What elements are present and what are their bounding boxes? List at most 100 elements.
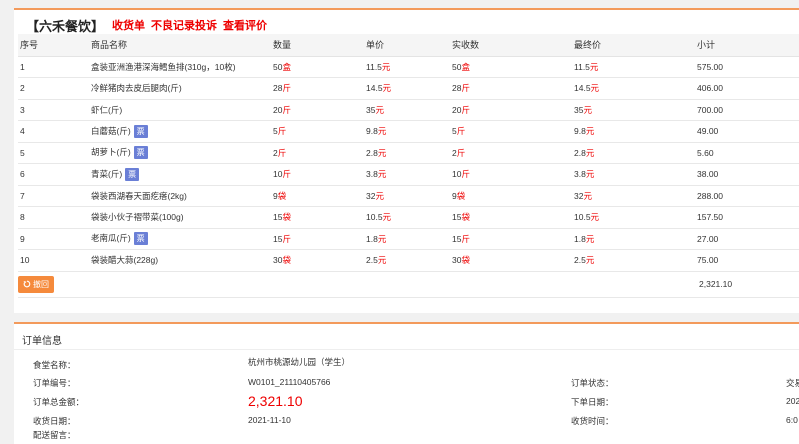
table-row: 3 虾仁(斤) 20斤 35元 20斤 35元 700.00 — [18, 99, 799, 121]
qty-unit: 斤 — [282, 233, 291, 244]
received-unit: 斤 — [456, 126, 466, 137]
row-subtotal: 27.00 — [697, 233, 719, 244]
status-value: 交易 — [786, 378, 799, 388]
receive-date-label: 收货日期： — [33, 416, 76, 426]
price-value: 11.5 — [366, 61, 382, 72]
product-name: 白蘑菇(斤) — [91, 125, 131, 136]
order-no-value: W0101_21110405766 — [248, 377, 331, 387]
note-label: 配送留言： — [33, 430, 76, 440]
price-value: 14.5 — [366, 83, 383, 94]
final-price-unit: 元 — [585, 147, 595, 158]
final-price-unit: 元 — [585, 233, 595, 244]
col-header-price: 单价 — [354, 34, 452, 57]
table-row: 4 白蘑菇(斤) 票 5斤 9.8元 5斤 9.8元 49.00 — [18, 120, 799, 143]
table-row: 5 胡萝卜(斤) 票 2斤 2.8元 2斤 2.8元 5.60 — [18, 142, 799, 164]
qty-unit: 斤 — [282, 169, 291, 180]
ticket-badge[interactable]: 票 — [133, 146, 148, 160]
row-subtotal: 38.00 — [697, 169, 719, 180]
price-unit: 元 — [382, 212, 392, 223]
table-row: 1 盒装亚洲渔港深海鳕鱼排(310g，10枚) 50盒 11.5元 50盒 11.5元 57… — [18, 56, 799, 78]
row-no: 2 — [20, 83, 25, 94]
ticket-badge[interactable]: 票 — [133, 232, 148, 246]
received-unit: 盒 — [461, 61, 470, 72]
status-label: 订单状态： — [571, 378, 614, 388]
row-subtotal: 49.00 — [697, 126, 719, 137]
final-price-unit: 元 — [590, 83, 600, 94]
row-subtotal: 288.00 — [697, 190, 723, 201]
product-name: 袋装西湖春天面疙瘩(2kg) — [91, 190, 187, 201]
product-name: 老南瓜(斤) — [91, 233, 131, 244]
row-no: 3 — [20, 104, 25, 115]
row-no: 9 — [20, 233, 25, 244]
canteen-label: 食堂名称： — [33, 360, 76, 370]
table-row: 10 袋装醋大蒜(228g) 30袋 2.5元 30袋 2.5元 75.00 — [18, 249, 799, 272]
receipt-link[interactable]: 收货单 — [112, 17, 145, 33]
order-date-value: 202 — [786, 396, 799, 406]
final-price-unit: 元 — [585, 126, 595, 137]
row-no: 4 — [20, 126, 25, 137]
row-no: 5 — [20, 147, 25, 158]
product-name: 盒装亚洲渔港深海鳕鱼排(310g，10枚) — [91, 61, 236, 72]
final-price-unit: 元 — [585, 169, 595, 180]
order-date-label: 下单日期： — [571, 397, 614, 407]
row-subtotal: 575.00 — [697, 61, 723, 72]
received-unit: 袋 — [461, 212, 470, 223]
qty-unit: 斤 — [277, 147, 287, 158]
final-price-value: 14.5 — [574, 83, 591, 94]
ticket-badge[interactable]: 票 — [133, 124, 148, 138]
order-no-label: 订单编号： — [33, 378, 76, 388]
col-header-name: 商品名称 — [74, 34, 261, 57]
received-unit: 斤 — [461, 104, 470, 115]
received-unit: 斤 — [461, 233, 470, 244]
final-price-unit: 元 — [583, 190, 592, 201]
canteen-value: 杭州市桃源幼儿园（学生） — [248, 357, 351, 367]
review-link[interactable]: 查看评价 — [223, 17, 267, 33]
row-no: 7 — [20, 190, 25, 201]
qty-unit: 袋 — [282, 212, 291, 223]
table-footer-row: 撤回 2,321.10 — [18, 271, 799, 298]
qty-unit: 袋 — [282, 255, 291, 266]
qty-unit: 盒 — [282, 61, 291, 72]
order-info-title: 订单信息 — [14, 324, 799, 350]
ticket-badge[interactable]: 票 — [125, 167, 140, 181]
price-value: 2.8 — [366, 147, 378, 158]
order-info-panel: 订单信息 — [14, 322, 799, 444]
received-unit: 斤 — [461, 169, 470, 180]
revoke-label: 撤回 — [33, 279, 49, 289]
received-unit: 袋 — [456, 190, 466, 201]
received-unit: 斤 — [461, 83, 470, 94]
row-no: 1 — [20, 61, 25, 72]
grand-total: 2,321.10 — [688, 271, 799, 298]
final-price-value: 10.5 — [574, 212, 591, 223]
col-header-subtotal: 小计 — [688, 34, 799, 57]
revoke-button[interactable]: 撤回 — [18, 275, 54, 293]
store-name: 【六禾餐饮】 — [26, 18, 105, 34]
table-row: 2 冷鲜猪肉去皮后腿肉(斤) 28斤 14.5元 28斤 14.5元 406.00 — [18, 77, 799, 100]
product-name: 青菜(斤) — [91, 168, 123, 179]
qty-unit: 袋 — [277, 190, 287, 201]
row-subtotal: 406.00 — [697, 83, 723, 94]
qty-unit: 斤 — [282, 104, 291, 115]
product-name: 冷鲜猪肉去皮后腿肉(斤) — [91, 83, 182, 94]
receive-time-label: 收货时间： — [571, 416, 614, 426]
final-price-value: 1.8 — [574, 233, 586, 244]
received-unit: 斤 — [456, 147, 466, 158]
price-unit: 元 — [377, 126, 387, 137]
final-price-value: 2.5 — [574, 255, 586, 266]
order-amount: 2,321.10 — [248, 393, 303, 409]
product-name: 胡萝卜(斤) — [91, 147, 131, 158]
col-header-qty: 数量 — [261, 34, 354, 57]
receive-time-value: 6:0 — [786, 415, 798, 425]
row-subtotal: 700.00 — [697, 104, 723, 115]
qty-unit: 斤 — [277, 126, 287, 137]
price-unit: 元 — [377, 233, 387, 244]
col-header-no: 序号 — [18, 34, 74, 57]
final-price-unit: 元 — [589, 61, 599, 72]
complaint-link[interactable]: 不良记录投诉 — [151, 17, 217, 33]
price-unit: 元 — [382, 83, 392, 94]
receive-date-value: 2021-11-10 — [248, 415, 291, 425]
final-price-value: 11.5 — [574, 61, 590, 72]
final-price-value: 3.8 — [574, 169, 586, 180]
amount-label: 订单总金额： — [33, 397, 85, 407]
price-value: 1.8 — [366, 233, 378, 244]
